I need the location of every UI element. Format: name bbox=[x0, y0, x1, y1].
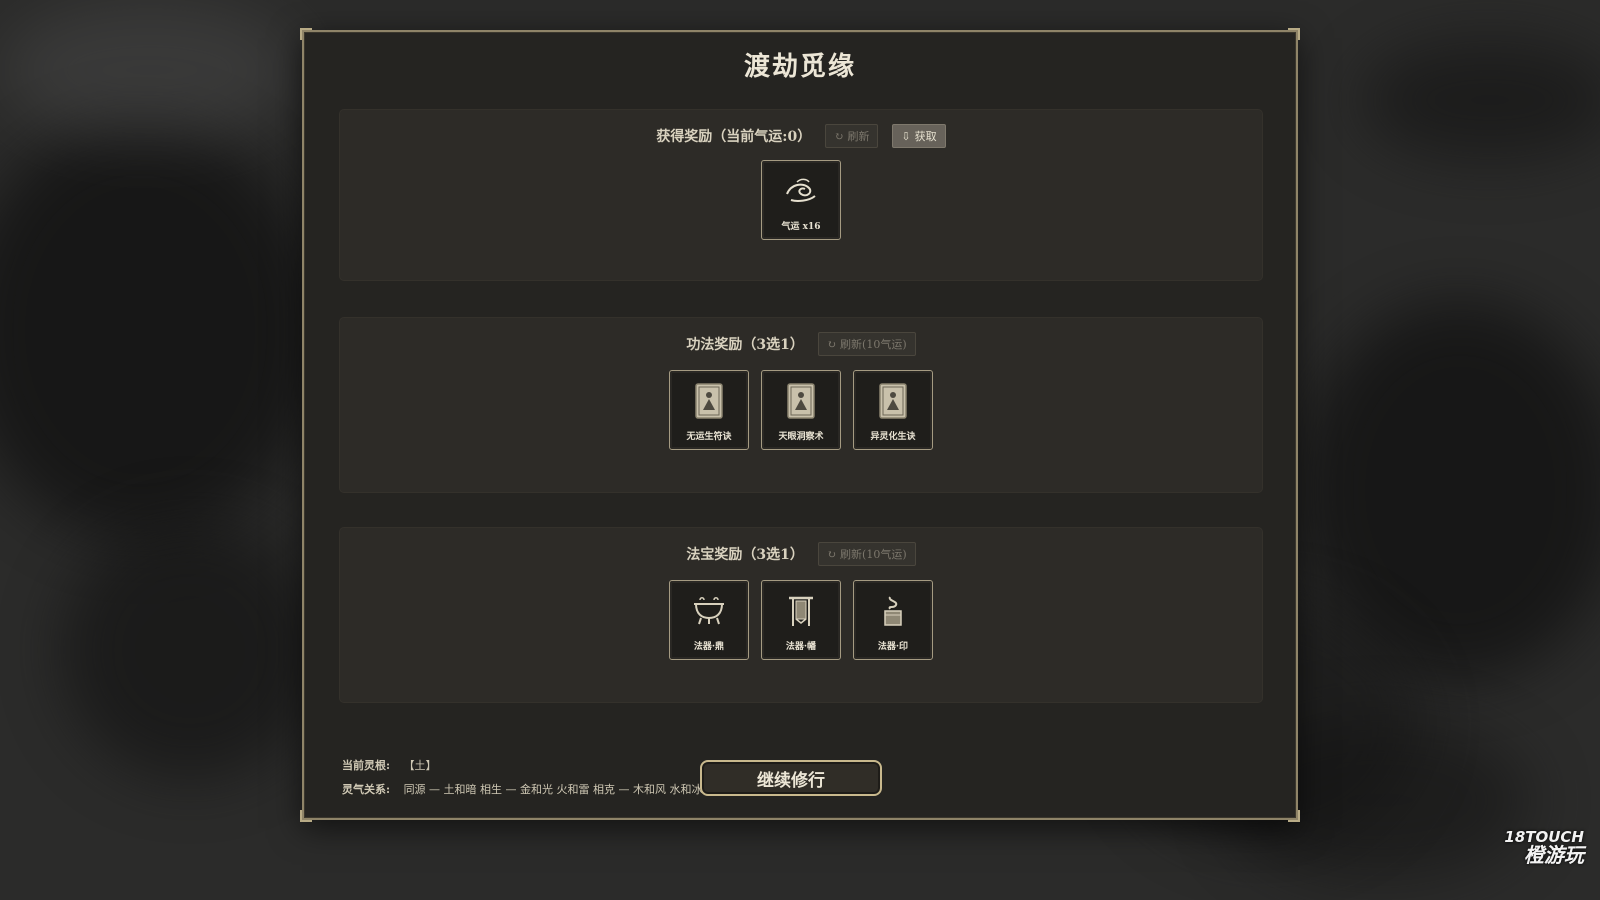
treasure-section-label: 法宝奖励（3选1） bbox=[686, 547, 804, 563]
treasure-card-caption: 法器·鼎 bbox=[693, 642, 725, 652]
meditating-figure-icon bbox=[873, 381, 913, 421]
meditating-figure-icon bbox=[781, 381, 821, 421]
technique-card-3[interactable]: 异灵化生诀 bbox=[853, 370, 933, 450]
reward-dialog: 渡劫觅缘 获得奖励（当前气运:0） ↻ 刷新 ⇩ 获取 气运 x16 功法奖励（… bbox=[300, 28, 1300, 822]
treasure-card-3[interactable]: 法器·印 bbox=[853, 580, 933, 660]
dialog-title: 渡劫觅缘 bbox=[743, 52, 856, 82]
technique-section: 功法奖励（3选1） ↻ 刷新(10气运) 无运生符诀 天眼洞察术 异灵化生诀 bbox=[340, 318, 1262, 492]
treasure-card-caption: 法器·幡 bbox=[785, 642, 817, 652]
technique-card-caption: 无运生符诀 bbox=[686, 432, 732, 442]
technique-refresh-button[interactable]: ↻ 刷新(10气运) bbox=[817, 332, 916, 356]
current-root-row: 当前灵根: 【土】 bbox=[342, 754, 703, 778]
cloud-swirl-icon bbox=[781, 171, 821, 211]
spirit-root-info: 当前灵根: 【土】 灵气关系: 同源 — 土和暗 相生 — 金和光 火和雷 相克… bbox=[342, 754, 703, 802]
site-watermark: 18TOUCH 橙游玩 bbox=[1504, 828, 1584, 867]
reward-section: 获得奖励（当前气运:0） ↻ 刷新 ⇩ 获取 气运 x16 bbox=[340, 110, 1262, 280]
reward-card-caption: 气运 x16 bbox=[781, 222, 821, 232]
treasure-card-caption: 法器·印 bbox=[877, 642, 909, 652]
technique-card-caption: 天眼洞察术 bbox=[778, 432, 824, 442]
spirit-relation-key: 灵气关系: bbox=[342, 783, 391, 796]
meditating-figure-icon bbox=[689, 381, 729, 421]
technique-card-1[interactable]: 无运生符诀 bbox=[669, 370, 749, 450]
current-root-key: 当前灵根: bbox=[342, 759, 391, 772]
reward-refresh-button[interactable]: ↻ 刷新 bbox=[825, 124, 879, 148]
cauldron-icon bbox=[689, 591, 729, 631]
refresh-icon: ↻ bbox=[834, 129, 844, 143]
technique-section-label: 功法奖励（3选1） bbox=[686, 337, 804, 353]
refresh-icon: ↻ bbox=[826, 337, 837, 351]
banner-icon bbox=[781, 591, 821, 631]
seal-icon bbox=[873, 591, 913, 631]
reward-section-label: 获得奖励（当前气运:0） bbox=[656, 129, 812, 145]
reward-card-luck[interactable]: 气运 x16 bbox=[761, 160, 841, 240]
spirit-relation-row: 灵气关系: 同源 — 土和暗 相生 — 金和光 火和雷 相克 — 木和风 水和冰 bbox=[342, 778, 703, 802]
treasure-refresh-button[interactable]: ↻ 刷新(10气运) bbox=[817, 542, 916, 566]
treasure-section: 法宝奖励（3选1） ↻ 刷新(10气运) 法器·鼎 法器·幡 法器·印 bbox=[340, 528, 1262, 702]
continue-cultivation-button[interactable]: 继续修行 bbox=[700, 760, 882, 796]
technique-card-caption: 异灵化生诀 bbox=[870, 432, 916, 442]
technique-card-2[interactable]: 天眼洞察术 bbox=[761, 370, 841, 450]
refresh-icon: ↻ bbox=[826, 547, 837, 561]
treasure-card-2[interactable]: 法器·幡 bbox=[761, 580, 841, 660]
current-root-value: 【土】 bbox=[403, 759, 437, 772]
claim-button[interactable]: ⇩ 获取 bbox=[892, 124, 946, 148]
treasure-card-1[interactable]: 法器·鼎 bbox=[669, 580, 749, 660]
spirit-relation-value: 同源 — 土和暗 相生 — 金和光 火和雷 相克 — 木和风 水和冰 bbox=[403, 783, 703, 796]
claim-icon: ⇩ bbox=[901, 129, 911, 143]
